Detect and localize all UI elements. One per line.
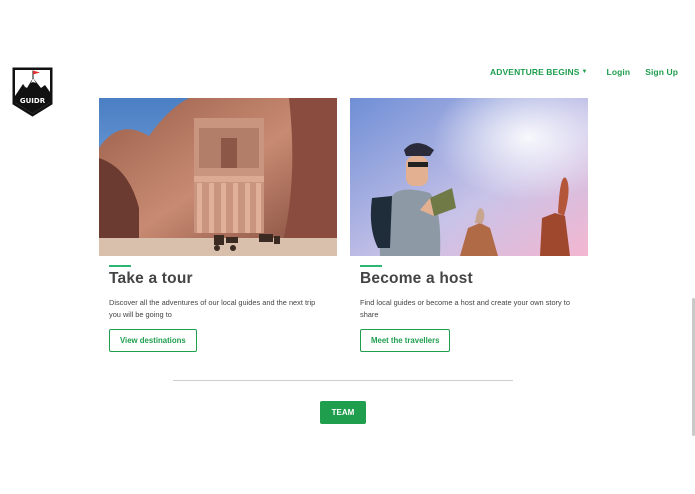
tour-card: Take a tour Discover all the adventures … — [99, 98, 337, 352]
caret-down-icon: ▼ — [581, 69, 588, 75]
logo-text: GUIDR — [19, 97, 46, 105]
card-title: Take a tour — [109, 270, 193, 287]
card-description: Discover all the adventures of our local… — [109, 298, 316, 319]
card-description: Find local guides or become a host and c… — [360, 298, 570, 319]
title-accent-bar — [360, 265, 382, 267]
section-divider — [173, 380, 513, 381]
title-accent-bar — [109, 265, 131, 267]
view-destinations-button[interactable]: View destinations — [109, 329, 197, 352]
petra-treasury-image — [99, 98, 337, 256]
signup-link[interactable]: Sign Up — [645, 67, 678, 77]
card-title: Become a host — [360, 270, 473, 287]
adventure-begins-dropdown[interactable]: ADVENTURE BEGINS ▼ — [490, 67, 588, 77]
top-nav: ADVENTURE BEGINS ▼ Login Sign Up — [490, 67, 678, 77]
meet-the-travellers-button[interactable]: Meet the travellers — [360, 329, 451, 352]
mountain-flag-icon — [12, 67, 53, 117]
guidr-logo[interactable]: GUIDR — [11, 66, 54, 118]
login-link[interactable]: Login — [607, 67, 631, 77]
host-card: Become a host Find local guides or becom… — [350, 98, 588, 352]
team-button[interactable]: TEAM — [320, 401, 366, 424]
adventure-begins-label: ADVENTURE BEGINS — [490, 67, 580, 77]
traveller-image — [350, 98, 588, 256]
